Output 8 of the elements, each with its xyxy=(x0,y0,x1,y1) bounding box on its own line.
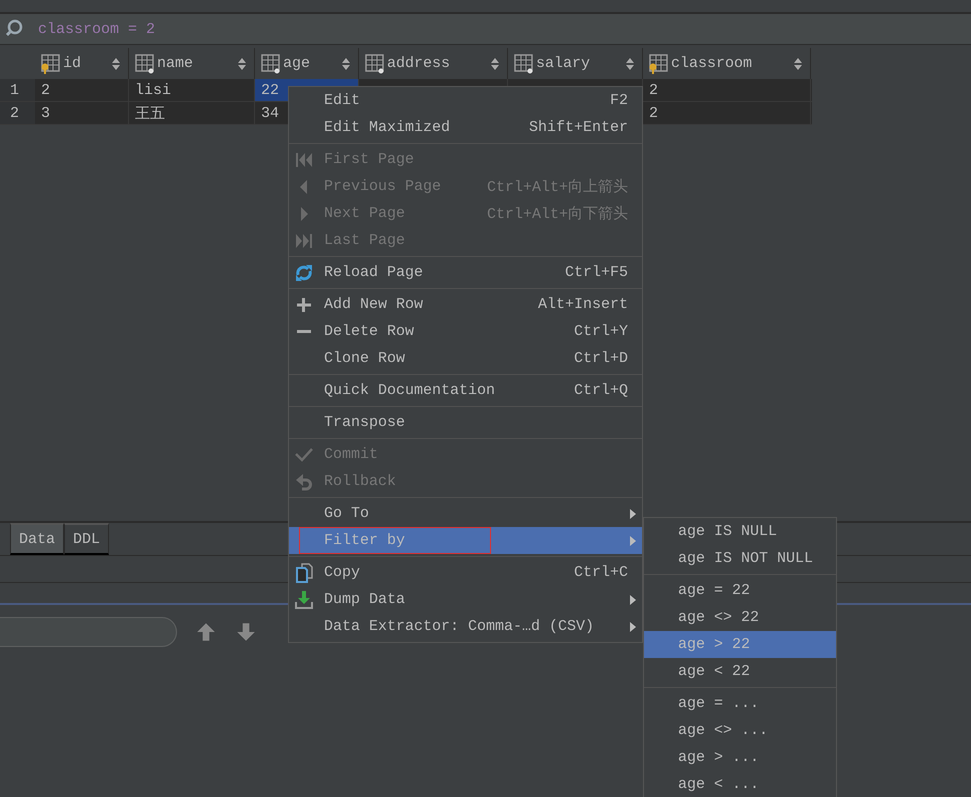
column-title: salary xyxy=(536,55,592,72)
column-title: age xyxy=(283,55,312,72)
row-number: 2 xyxy=(0,102,35,124)
row-number: 1 xyxy=(0,79,35,101)
column-title: id xyxy=(63,55,82,72)
column-title: name xyxy=(157,55,194,72)
column-title: classroom xyxy=(671,55,754,72)
column-title: address xyxy=(387,55,452,72)
